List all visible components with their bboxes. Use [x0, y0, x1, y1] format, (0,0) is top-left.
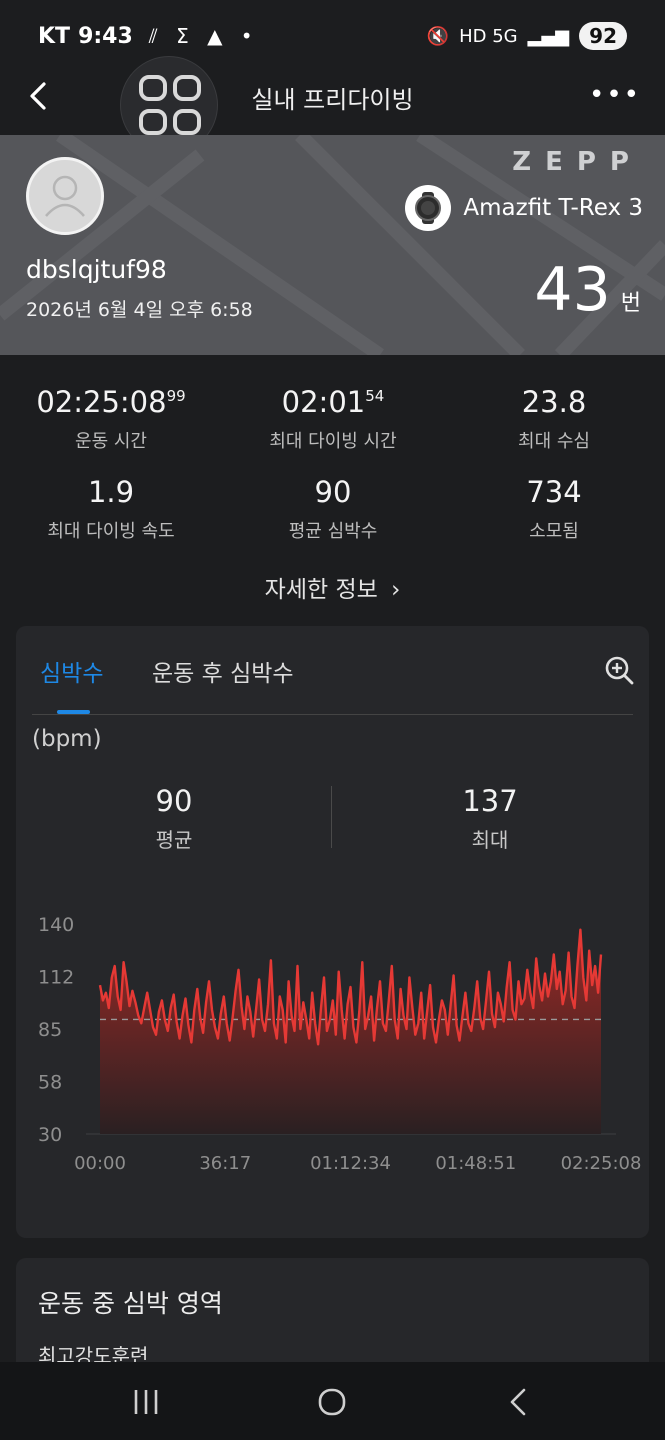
- active-tab-indicator: [57, 710, 90, 714]
- stat-avg-heart-rate: 90 평균 심박수: [222, 475, 444, 543]
- stat-label: 평균 심박수: [288, 521, 378, 542]
- home-button[interactable]: [312, 1382, 352, 1422]
- stat-value: 02:25:08: [36, 385, 167, 419]
- stat-label: 운동 시간: [75, 431, 147, 452]
- zepp-logo: ZEPP: [512, 147, 643, 177]
- max-summary: 137 최대: [332, 784, 648, 853]
- y-tick-label: 85: [38, 1019, 62, 1041]
- device-name: Amazfit T-Rex 3: [463, 195, 643, 221]
- dive-count-value: 43: [534, 255, 611, 325]
- stat-calories: 734 소모됨: [443, 475, 665, 543]
- mute-icon: 🔇: [426, 25, 450, 47]
- tab-post-workout-heart-rate[interactable]: 운동 후 심박수: [152, 654, 294, 688]
- top-app-bar: 실내 프리다이빙 •••: [0, 56, 665, 154]
- device-info: Amazfit T-Rex 3: [405, 185, 643, 231]
- tab-divider: [32, 714, 633, 715]
- stat-max-depth: 23.8 최대 수심: [443, 385, 665, 453]
- network-label: HD 5G: [459, 25, 518, 47]
- x-tick-label: 02:25:08: [561, 1153, 642, 1174]
- system-nav-bar: [0, 1362, 665, 1440]
- zoom-in-icon[interactable]: [603, 654, 635, 686]
- tab-heart-rate[interactable]: 심박수: [40, 654, 103, 688]
- y-tick-label: 140: [38, 914, 74, 936]
- stat-value: 1.9: [87, 475, 135, 509]
- stat-value: 23.8: [521, 385, 587, 419]
- y-tick-label: 58: [38, 1072, 62, 1094]
- dive-count-unit: 번: [620, 291, 641, 316]
- x-tick-label: 00:00: [74, 1153, 126, 1174]
- clock: 9:43: [78, 23, 133, 49]
- stat-label: 최대 다이빙 시간: [269, 431, 397, 452]
- stat-value: 90: [314, 475, 352, 509]
- watch-icon: [405, 185, 452, 231]
- stat-max-dive-time: 02:0154 최대 다이빙 시간: [222, 385, 444, 453]
- unit-label: (bpm): [32, 726, 102, 752]
- notification-icons: ⫽ Σ ▲ •: [148, 24, 259, 48]
- x-tick-label: 01:12:34: [310, 1153, 391, 1174]
- details-link-label: 자세한 정보: [264, 577, 378, 603]
- average-label: 평균: [155, 828, 193, 852]
- system-back-button[interactable]: [498, 1382, 538, 1422]
- heart-rate-zones-card: 운동 중 심박 영역 최고강도훈련: [16, 1258, 649, 1378]
- carrier-label: KT: [38, 23, 71, 49]
- average-summary: 90 평균: [16, 784, 332, 853]
- stat-max-dive-speed: 1.9 최대 다이빙 속도: [0, 475, 222, 543]
- avatar[interactable]: [26, 157, 104, 235]
- workout-summary-banner: dbslqjtuf98 2026년 6월 4일 오후 6:58 ZEPP Ama…: [0, 135, 665, 355]
- recent-apps-button[interactable]: [126, 1382, 166, 1422]
- signal-icon: ▂▄▆: [527, 25, 570, 47]
- user-icon: [45, 175, 85, 217]
- stat-value: 734: [526, 475, 582, 509]
- workout-datetime: 2026년 6월 4일 오후 6:58: [26, 299, 253, 321]
- heart-rate-chart: 140 112 85 58 30 00:00 36:17 01:12:34 01:48:51 0…: [38, 914, 642, 1174]
- stat-sup: 99: [166, 387, 186, 405]
- stat-label: 소모됨: [529, 521, 579, 542]
- average-value: 90: [155, 784, 193, 818]
- heart-rate-card: 심박수 운동 후 심박수 (bpm) 90 평균 137 최대 140 112 85…: [16, 626, 649, 1238]
- max-value: 137: [462, 784, 518, 818]
- more-options-button[interactable]: •••: [589, 80, 641, 110]
- chevron-right-icon: ›: [391, 577, 401, 603]
- x-tick-label: 36:17: [199, 1153, 251, 1174]
- y-tick-label: 30: [38, 1124, 62, 1146]
- zones-title: 운동 중 심박 영역: [38, 1289, 223, 1318]
- stat-value: 02:01: [281, 385, 366, 419]
- x-tick-label: 01:48:51: [435, 1153, 516, 1174]
- y-tick-label: 112: [38, 967, 74, 989]
- page-title: 실내 프리다이빙: [251, 86, 414, 114]
- details-link[interactable]: 자세한 정보 ›: [0, 570, 665, 604]
- username: dbslqjtuf98: [26, 255, 167, 284]
- stat-workout-time: 02:25:0899 운동 시간: [0, 385, 222, 453]
- battery-indicator: 92: [579, 22, 627, 50]
- stat-label: 최대 다이빙 속도: [47, 521, 175, 542]
- heart-rate-area: [100, 929, 601, 1134]
- stat-sup: 54: [365, 387, 385, 405]
- stat-label: 최대 수심: [518, 431, 590, 452]
- dive-count: 43 번: [534, 255, 641, 325]
- max-label: 최대: [471, 828, 509, 852]
